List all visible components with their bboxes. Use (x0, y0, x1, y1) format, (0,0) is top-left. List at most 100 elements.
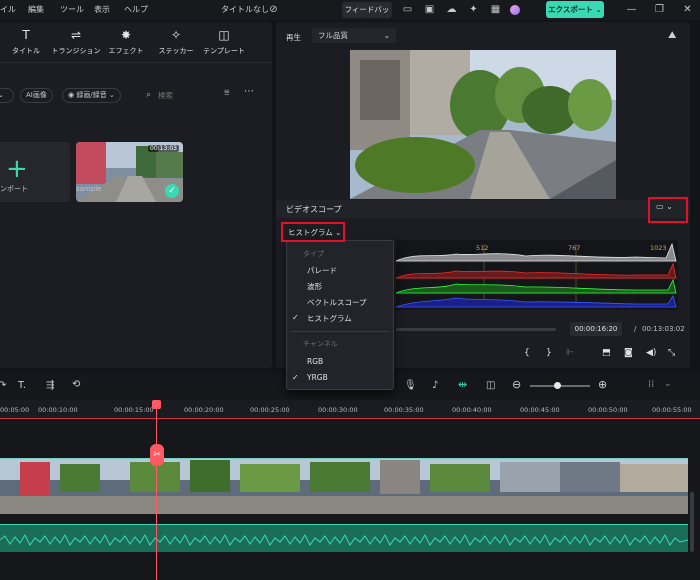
quality-dropdown[interactable]: フル品質 ⌄ (312, 28, 396, 43)
ruler-label: 00:00:30:00 (318, 406, 358, 414)
video-frame (350, 50, 616, 199)
menubar: イル 編集 ツール 表示 ヘルプ タイトルなし ⊘ フィードバック ▭ ▣ ☁ … (0, 0, 700, 30)
minimize-icon[interactable]: — (626, 4, 637, 15)
check-icon: ✓ (165, 184, 179, 198)
highlight-scope-layout (648, 197, 688, 223)
gift-icon[interactable]: ▦ (490, 4, 501, 15)
zoom-out-icon[interactable]: ⊖ (512, 378, 521, 391)
transition-icon: ⇌ (70, 28, 82, 42)
video-track-clip[interactable] (0, 458, 688, 514)
title-icon: T (22, 28, 30, 42)
progress-track[interactable] (396, 328, 556, 331)
grid-icon[interactable]: ⁞⁞ (648, 379, 654, 390)
menu-help[interactable]: ヘルプ (124, 4, 148, 15)
menu-item-rgb[interactable]: RGB (307, 357, 323, 366)
close-icon[interactable]: ✕ (682, 4, 693, 15)
menu-item-histogram[interactable]: ヒストグラム (307, 313, 352, 324)
search-icon: ⌕ (146, 90, 152, 100)
current-time[interactable]: 00:00:16:20 (570, 322, 622, 336)
timeline: ↷ T. ⇶ ⟲ 🎙 ♪ ⇹ ◫ ⊖ ⊕ ⁞⁞ ⌄ 00:05:00 00:00… (0, 372, 700, 580)
settings-icon[interactable]: ✦ (468, 4, 479, 15)
scale-512: 512 (476, 244, 489, 252)
media-thumbnail[interactable]: 00:13:03 ✓ (76, 142, 183, 202)
tool-title-label: タイトル (12, 47, 40, 55)
effect-icon: ✸ (120, 28, 132, 42)
clip-duration: 00:13:03 (148, 145, 179, 152)
arrow-icon[interactable]: ↷ (0, 380, 6, 391)
histogram (396, 240, 678, 310)
ruler-label: 00:00:25:00 (250, 406, 290, 414)
snap-icon[interactable]: ⇹ (458, 378, 467, 391)
channel-heading: チャンネル (303, 340, 338, 348)
tool-template[interactable]: ◫ テンプレート (196, 28, 252, 56)
clip-marker-icon[interactable]: ⊩ (566, 348, 574, 358)
tool-title[interactable]: T タイトル (0, 28, 54, 56)
export-button[interactable]: エクスポート ⌄ (546, 1, 604, 18)
audio-waveform (0, 533, 688, 546)
tool-transition-label: トランジション (51, 47, 101, 55)
menu-item-waveform[interactable]: 波形 (307, 281, 322, 292)
filter-dropdown[interactable]: ⌄ (0, 88, 14, 103)
cloud-upload-icon[interactable]: ☁ (446, 4, 457, 15)
template-icon: ◫ (218, 28, 230, 42)
scope-type-menu: タイプ パレード 波形 ベクトルスコープ ✓ ヒストグラム チャンネル RGB … (286, 240, 394, 390)
ruler-label: 00:00:10:00 (38, 406, 78, 414)
ruler-label: 00:05:00 (0, 406, 30, 414)
fullscreen-icon[interactable]: ⤡ (668, 348, 675, 358)
avatar-icon[interactable] (510, 5, 520, 15)
type-heading: タイプ (303, 250, 324, 258)
ruler-label: 00:00:40:00 (452, 406, 492, 414)
playhead-handle[interactable] (152, 400, 161, 409)
cloud-check-icon: ⊘ (269, 4, 278, 15)
menu-view[interactable]: 表示 (94, 4, 110, 15)
feedback-button[interactable]: フィードバック (342, 2, 392, 30)
menu-divider (291, 331, 389, 332)
export-label: エクスポート (548, 5, 593, 14)
music-icon[interactable]: ♪ (432, 380, 438, 391)
filter-recording-label: 録画/録音 (76, 91, 107, 99)
menu-file[interactable]: イル (0, 4, 16, 15)
chevron-down-icon[interactable]: ⌄ (664, 379, 672, 389)
monitor-icon[interactable]: ▭ (402, 4, 413, 15)
total-time: 00:13:03:02 (642, 325, 685, 333)
tool-effect[interactable]: ✸ エフェクト (98, 28, 154, 56)
filter-ai-image[interactable]: AI画像 (20, 88, 53, 103)
scope-toggle-icon[interactable]: ⛰ (668, 30, 676, 41)
text-tool-icon[interactable]: T. (18, 380, 26, 391)
zoom-in-icon[interactable]: ⊕ (598, 378, 607, 391)
scale-767: 767 (568, 244, 581, 252)
media-panel: T タイトル ⇌ トランジション ✸ エフェクト ✧ ステッカー ◫ テンプレー… (0, 22, 272, 368)
mark-in-icon[interactable]: { (524, 348, 530, 358)
tool-transition[interactable]: ⇌ トランジション (48, 28, 104, 56)
ruler-label: 00:00:50:00 (588, 406, 628, 414)
menu-item-yrgb[interactable]: YRGB (307, 373, 328, 382)
speed-icon[interactable]: ⟲ (72, 379, 80, 390)
scope-title: ビデオスコープ (286, 205, 342, 214)
scissors-icon[interactable]: ✂ (150, 444, 164, 466)
volume-icon[interactable]: ◀) (646, 348, 656, 358)
ruler-label: 00:00:20:00 (184, 406, 224, 414)
check-icon: ✓ (292, 313, 299, 322)
filter-list-icon[interactable]: ⩸ (224, 88, 229, 98)
mic-icon[interactable]: 🎙 (404, 380, 417, 391)
search-input[interactable] (158, 88, 208, 102)
filter-ai-image-label: AI画像 (26, 91, 47, 99)
adjust-icon[interactable]: ⇶ (46, 380, 54, 391)
more-icon[interactable]: ⋯ (244, 86, 254, 97)
zoom-slider-thumb[interactable] (554, 382, 561, 389)
render-preview-icon[interactable]: ⬒ (602, 348, 611, 358)
menu-item-vectorscope[interactable]: ベクトルスコープ (307, 297, 367, 308)
save-icon[interactable]: ▣ (424, 4, 435, 15)
snapshot-icon[interactable]: ◙ (624, 348, 633, 358)
mark-out-icon[interactable]: } (546, 348, 552, 358)
menu-tools[interactable]: ツール (60, 4, 84, 15)
split-icon[interactable]: ◫ (486, 380, 495, 391)
menu-edit[interactable]: 編集 (28, 4, 44, 15)
timeline-scrollbar[interactable] (690, 492, 694, 552)
scale-1023: 1023 (650, 244, 667, 252)
ruler-label: 00:00:45:00 (520, 406, 560, 414)
menu-item-parade[interactable]: パレード (307, 265, 337, 276)
filter-recording[interactable]: ◉ 録画/録音 ⌄ (62, 88, 121, 103)
restore-icon[interactable]: ❐ (654, 4, 665, 15)
check-icon: ✓ (292, 373, 299, 382)
